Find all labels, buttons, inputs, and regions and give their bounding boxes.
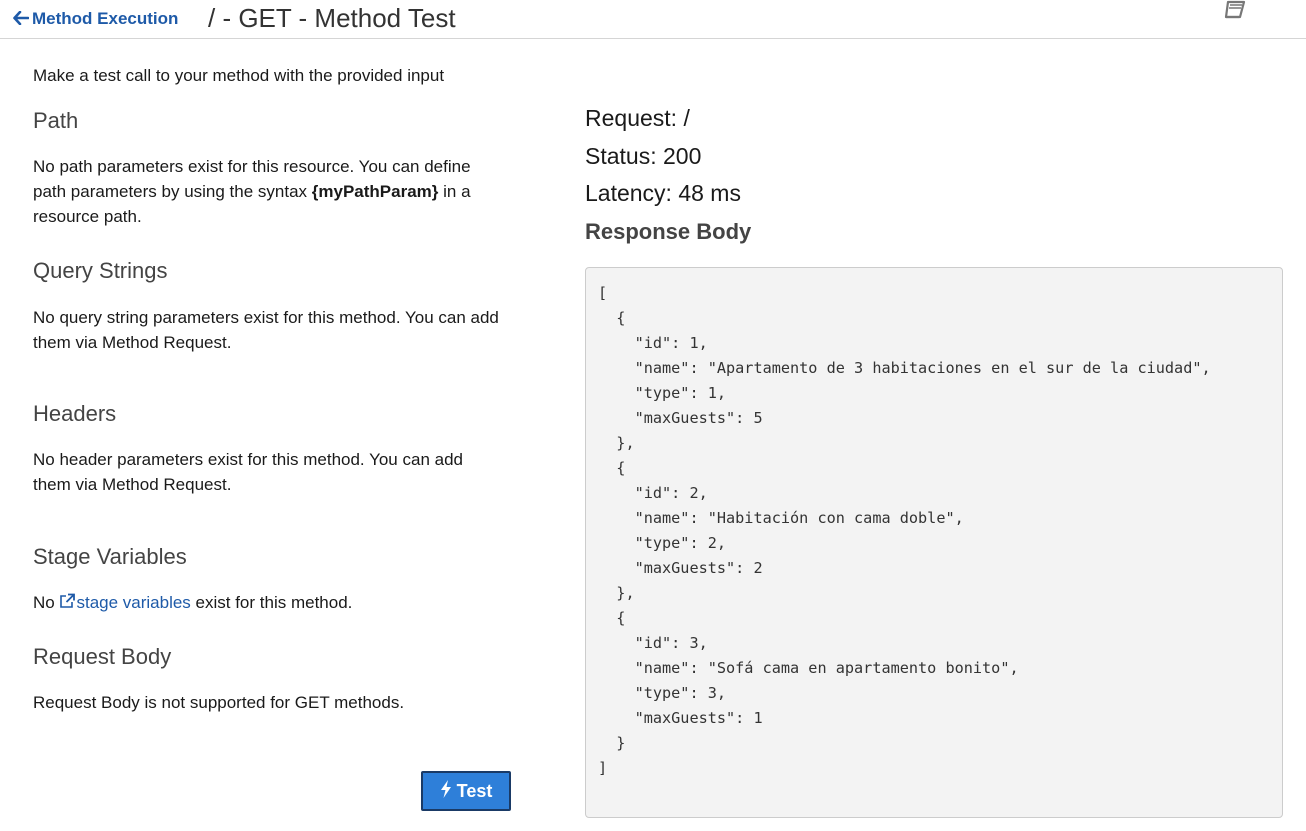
stage-variables-description: No stage variables exist for this method… (33, 590, 503, 615)
test-button[interactable]: Test (421, 771, 511, 811)
request-path: Request: / (585, 105, 690, 131)
request-body-heading: Request Body (33, 644, 172, 669)
bolt-icon (440, 779, 452, 803)
request-body-description: Request Body is not supported for GET me… (33, 693, 405, 712)
response-latency: Latency: 48 ms (585, 180, 741, 206)
query-strings-description: No query string parameters exist for thi… (33, 308, 499, 352)
book-icon[interactable] (1224, 0, 1252, 20)
stage-text-part: No (33, 593, 60, 612)
stage-variables-link-label: stage variables (76, 593, 191, 612)
external-link-icon (59, 593, 76, 612)
response-body-json: [ { "id": 1, "name": "Apartamento de 3 h… (598, 284, 1211, 777)
response-body-heading: Response Body (585, 219, 752, 244)
headers-description: No header parameters exist for this meth… (33, 450, 463, 494)
back-link-label: Method Execution (32, 9, 179, 28)
stage-variables-link[interactable]: stage variables (59, 593, 191, 612)
test-button-label: Test (456, 780, 493, 801)
response-body-panel[interactable]: [ { "id": 1, "name": "Apartamento de 3 h… (585, 267, 1283, 818)
page-title: / - GET - Method Test (208, 3, 456, 33)
path-heading: Path (33, 108, 79, 133)
path-description: No path parameters exist for this resour… (33, 154, 503, 229)
stage-text-part: exist for this method. (190, 593, 353, 612)
arrow-left-icon (13, 9, 30, 29)
response-status: Status: 200 (585, 143, 702, 169)
headers-heading: Headers (33, 401, 117, 426)
page-header: Method Execution / - GET - Method Test (0, 0, 1306, 39)
method-execution-back-link[interactable]: Method Execution (13, 9, 178, 29)
intro-text: Make a test call to your method with the… (33, 66, 445, 85)
stage-variables-heading: Stage Variables (33, 544, 187, 569)
path-syntax: {myPathParam} (311, 182, 439, 201)
query-strings-heading: Query Strings (33, 258, 168, 283)
